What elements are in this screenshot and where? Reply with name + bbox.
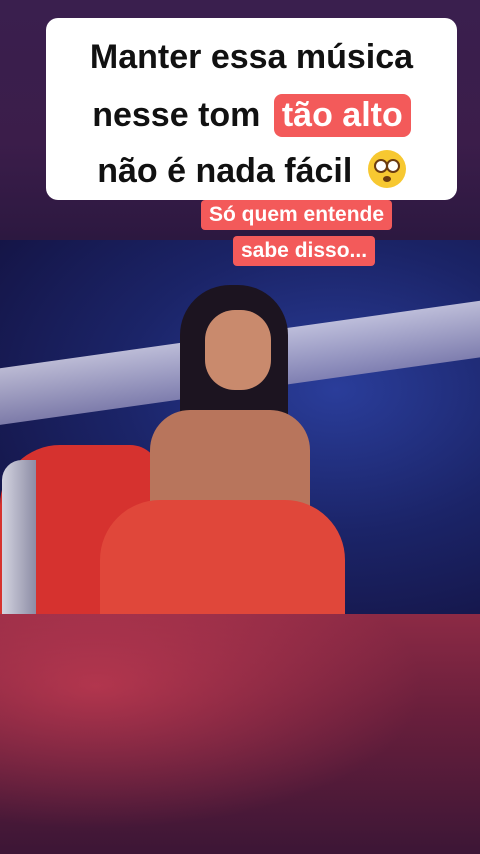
caption-line-2-text: nesse tom [92, 96, 261, 134]
subtitle-line-2: sabe disso... [233, 236, 376, 266]
chair-rim [2, 460, 36, 614]
caption-card: Manter essa música nesse tom tão alto nã… [46, 18, 457, 200]
caption-line-3-text: não é nada fácil [97, 152, 353, 190]
video-frame [0, 240, 480, 614]
caption-line-2: nesse tom tão alto [46, 94, 457, 137]
person-dress [100, 500, 345, 614]
flushed-face-icon [367, 150, 406, 188]
subtitle-bubble: Só quem entende sabe disso... [201, 200, 417, 272]
subtitle-line-1: Só quem entende [201, 200, 393, 230]
background-bottom [0, 614, 480, 854]
person-face [205, 310, 271, 390]
caption-line-3: não é nada fácil [46, 150, 457, 191]
caption-highlight: tão alto [273, 94, 411, 137]
caption-line-1: Manter essa música [89, 38, 414, 76]
